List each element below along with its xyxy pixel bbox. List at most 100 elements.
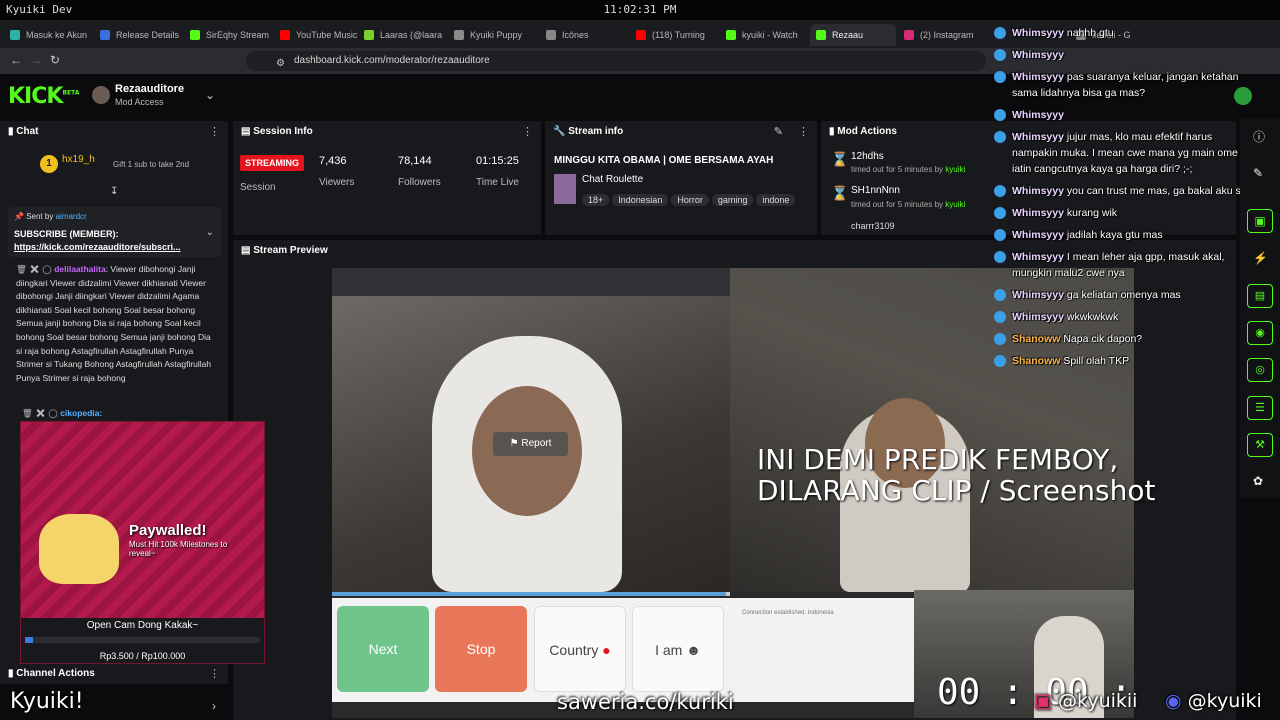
category-name[interactable]: Chat Roulette <box>582 174 643 185</box>
user-avatar[interactable] <box>1234 87 1252 105</box>
chevron-right-icon[interactable]: › <box>212 699 216 713</box>
mascot-image <box>39 514 119 584</box>
paywall-title: Paywalled! <box>129 522 207 539</box>
avatar[interactable] <box>92 86 110 104</box>
ome-controls: Next Stop Country ● I am ☻ Connection es… <box>332 598 914 702</box>
browser-tab[interactable]: Laaras (@laara <box>358 24 444 46</box>
browser-tab[interactable]: (118) Turning <box>630 24 716 46</box>
discord-icon: ◉ <box>1165 690 1182 712</box>
stream-title: MINGGU KITA OBAMA | OME BERSAMA AYAH <box>554 155 774 166</box>
stop-button[interactable]: Stop <box>435 606 527 692</box>
mod-action-desc: timed out for 5 minutes by <box>851 165 944 174</box>
paywall-art: Paywalled! Must Hit 100k Milestones to r… <box>21 422 264 618</box>
flag-icon: ● <box>602 642 611 658</box>
kick-logo-text: KICK <box>8 84 63 109</box>
tag[interactable]: indone <box>756 194 796 206</box>
chevron-down-icon[interactable]: ⌄ <box>206 227 214 238</box>
overlay-chat-line: Whimsyyy pas suaranya keluar, jangan ket… <box>990 66 1255 104</box>
chat-title: ▮ Chat <box>8 126 39 137</box>
browser-tab[interactable]: (2) Instagram <box>898 24 984 46</box>
chat-username[interactable]: delilaathalita <box>54 264 106 274</box>
grid-icon[interactable]: ▣ <box>1247 209 1273 233</box>
forward-icon[interactable]: → <box>30 53 42 67</box>
overlay-chat-text: wkwkwkwk <box>1066 311 1119 323</box>
sub-badge-icon <box>994 207 1006 219</box>
browser-tab[interactable]: Release Details <box>94 24 180 46</box>
overlay-chat-line: Whimsyyy jujur mas, klo mau efektif haru… <box>990 126 1255 180</box>
category-thumbnail[interactable] <box>554 174 576 204</box>
document-icon[interactable]: ▤ <box>1247 284 1273 308</box>
kick-logo[interactable]: KICKBETA <box>8 84 79 109</box>
sub-badge-icon <box>994 49 1006 61</box>
session-menu-icon[interactable]: ⋮ <box>522 125 533 138</box>
browser-tab[interactable]: Icônes <box>540 24 626 46</box>
address-bar[interactable]: ⚙ dashboard.kick.com/moderator/rezaaudit… <box>246 51 986 71</box>
broadcast-icon[interactable]: ◎ <box>1247 358 1273 382</box>
tag[interactable]: gaming <box>711 194 754 206</box>
tab-favicon-icon <box>100 30 110 40</box>
overlay-chat-line: Whimsyyy kurang wik <box>990 202 1255 224</box>
mod-action-by[interactable]: kyuiki <box>945 200 965 209</box>
pinned-link[interactable]: https://kick.com/rezaauditore/subscri... <box>14 242 181 252</box>
pinned-by-user[interactable]: aimardcr <box>56 212 87 221</box>
sub-badge-icon <box>994 109 1006 121</box>
chat-mod-icons[interactable]: 🗑 ✖ ◯ <box>22 408 60 418</box>
channel-actions-menu-icon[interactable]: ⋮ <box>209 667 220 680</box>
sub-badge-icon <box>994 229 1006 241</box>
apps-icon[interactable]: ✿ <box>1253 474 1263 488</box>
tab-label: (118) Turning <box>652 30 705 40</box>
browser-tab[interactable]: Masuk ke Akun <box>4 24 90 46</box>
wrench-icon[interactable]: ⚒ <box>1247 433 1273 457</box>
chevron-down-icon[interactable]: ⌄ <box>205 88 215 102</box>
chat-menu-icon[interactable]: ⋮ <box>209 125 220 138</box>
chat-mod-icons[interactable]: 🗑 ✖ ◯ <box>16 264 54 274</box>
stream-info-menu-icon[interactable]: ⋮ <box>798 125 809 138</box>
browser-tab[interactable]: Kyuiki Puppy <box>448 24 534 46</box>
stream-info-title: 🔧 Stream info <box>553 126 623 137</box>
browser-tab[interactable]: Rezaau <box>810 24 896 46</box>
browser-tab[interactable]: kyuiki - Watch <box>720 24 806 46</box>
viewers-label: Viewers <box>319 177 355 188</box>
paywall-sub: Must Hit 100k Milestones to reveal~ <box>129 540 228 558</box>
session-info-panel: ▤ Session Info ⋮ STREAMING Session 7,436… <box>233 121 541 235</box>
chat-text: Viewer dibohongi Janji diingkari Viewer … <box>16 264 212 383</box>
overlay-chat-user: Whimsyyy <box>1012 27 1064 39</box>
overlay-chat-text: jadilah kaya gtu mas <box>1066 229 1163 241</box>
video-progress-track[interactable] <box>332 592 730 596</box>
lightning-icon[interactable]: ⚡ <box>1253 251 1268 265</box>
mod-action-user[interactable]: charrr3109 <box>851 221 895 231</box>
tab-favicon-icon <box>816 30 826 40</box>
tag[interactable]: Indonesian <box>612 194 669 206</box>
chat-bubble-icon[interactable]: ◉ <box>1247 321 1273 345</box>
back-icon[interactable]: ← <box>10 53 22 67</box>
tag[interactable]: 18+ <box>582 194 610 206</box>
session-label: Session <box>240 182 276 193</box>
channel-actions-panel: ▮ Channel Actions ⋮ <box>0 664 228 684</box>
i-am-button[interactable]: I am ☻ <box>632 606 724 692</box>
tab-favicon-icon <box>190 30 200 40</box>
pinned-message[interactable]: 📌 Sent by aimardcr SUBSCRIBE (MEMBER): h… <box>8 207 222 257</box>
tab-label: (2) Instagram <box>920 30 974 40</box>
list-icon[interactable]: ☰ <box>1247 396 1273 420</box>
reload-icon[interactable]: ↻ <box>50 53 60 67</box>
gifter-name[interactable]: hx19_h <box>62 154 95 165</box>
edit-icon[interactable]: ✎ <box>1253 166 1263 180</box>
edit-icon[interactable]: ✎ <box>774 125 783 138</box>
gifter-rank-badge: 1 <box>40 155 58 173</box>
browser-tab[interactable]: YouTube Music <box>274 24 360 46</box>
overlay-chat-line: Whimsyyy ga keliatan omenya mas <box>990 284 1255 306</box>
chat-username[interactable]: cikopedia <box>60 408 99 418</box>
report-button[interactable]: ⚑ Report <box>493 432 568 456</box>
scroll-down-icon[interactable]: ↧ <box>110 186 118 197</box>
i-am-label: I am <box>655 642 683 658</box>
mod-action-user[interactable]: SH1nnNnn <box>851 185 900 196</box>
site-settings-icon[interactable]: ⚙ <box>276 54 285 74</box>
info-icon[interactable]: ⓘ <box>1253 128 1265 145</box>
tab-favicon-icon <box>726 30 736 40</box>
next-button[interactable]: Next <box>337 606 429 692</box>
country-button[interactable]: Country ● <box>534 606 626 692</box>
mod-action-user[interactable]: 12hdhs <box>851 151 884 162</box>
tag[interactable]: Horror <box>671 194 709 206</box>
browser-tab[interactable]: SirEqhy Stream <box>184 24 270 46</box>
mod-action-by[interactable]: kyuiki <box>945 165 965 174</box>
